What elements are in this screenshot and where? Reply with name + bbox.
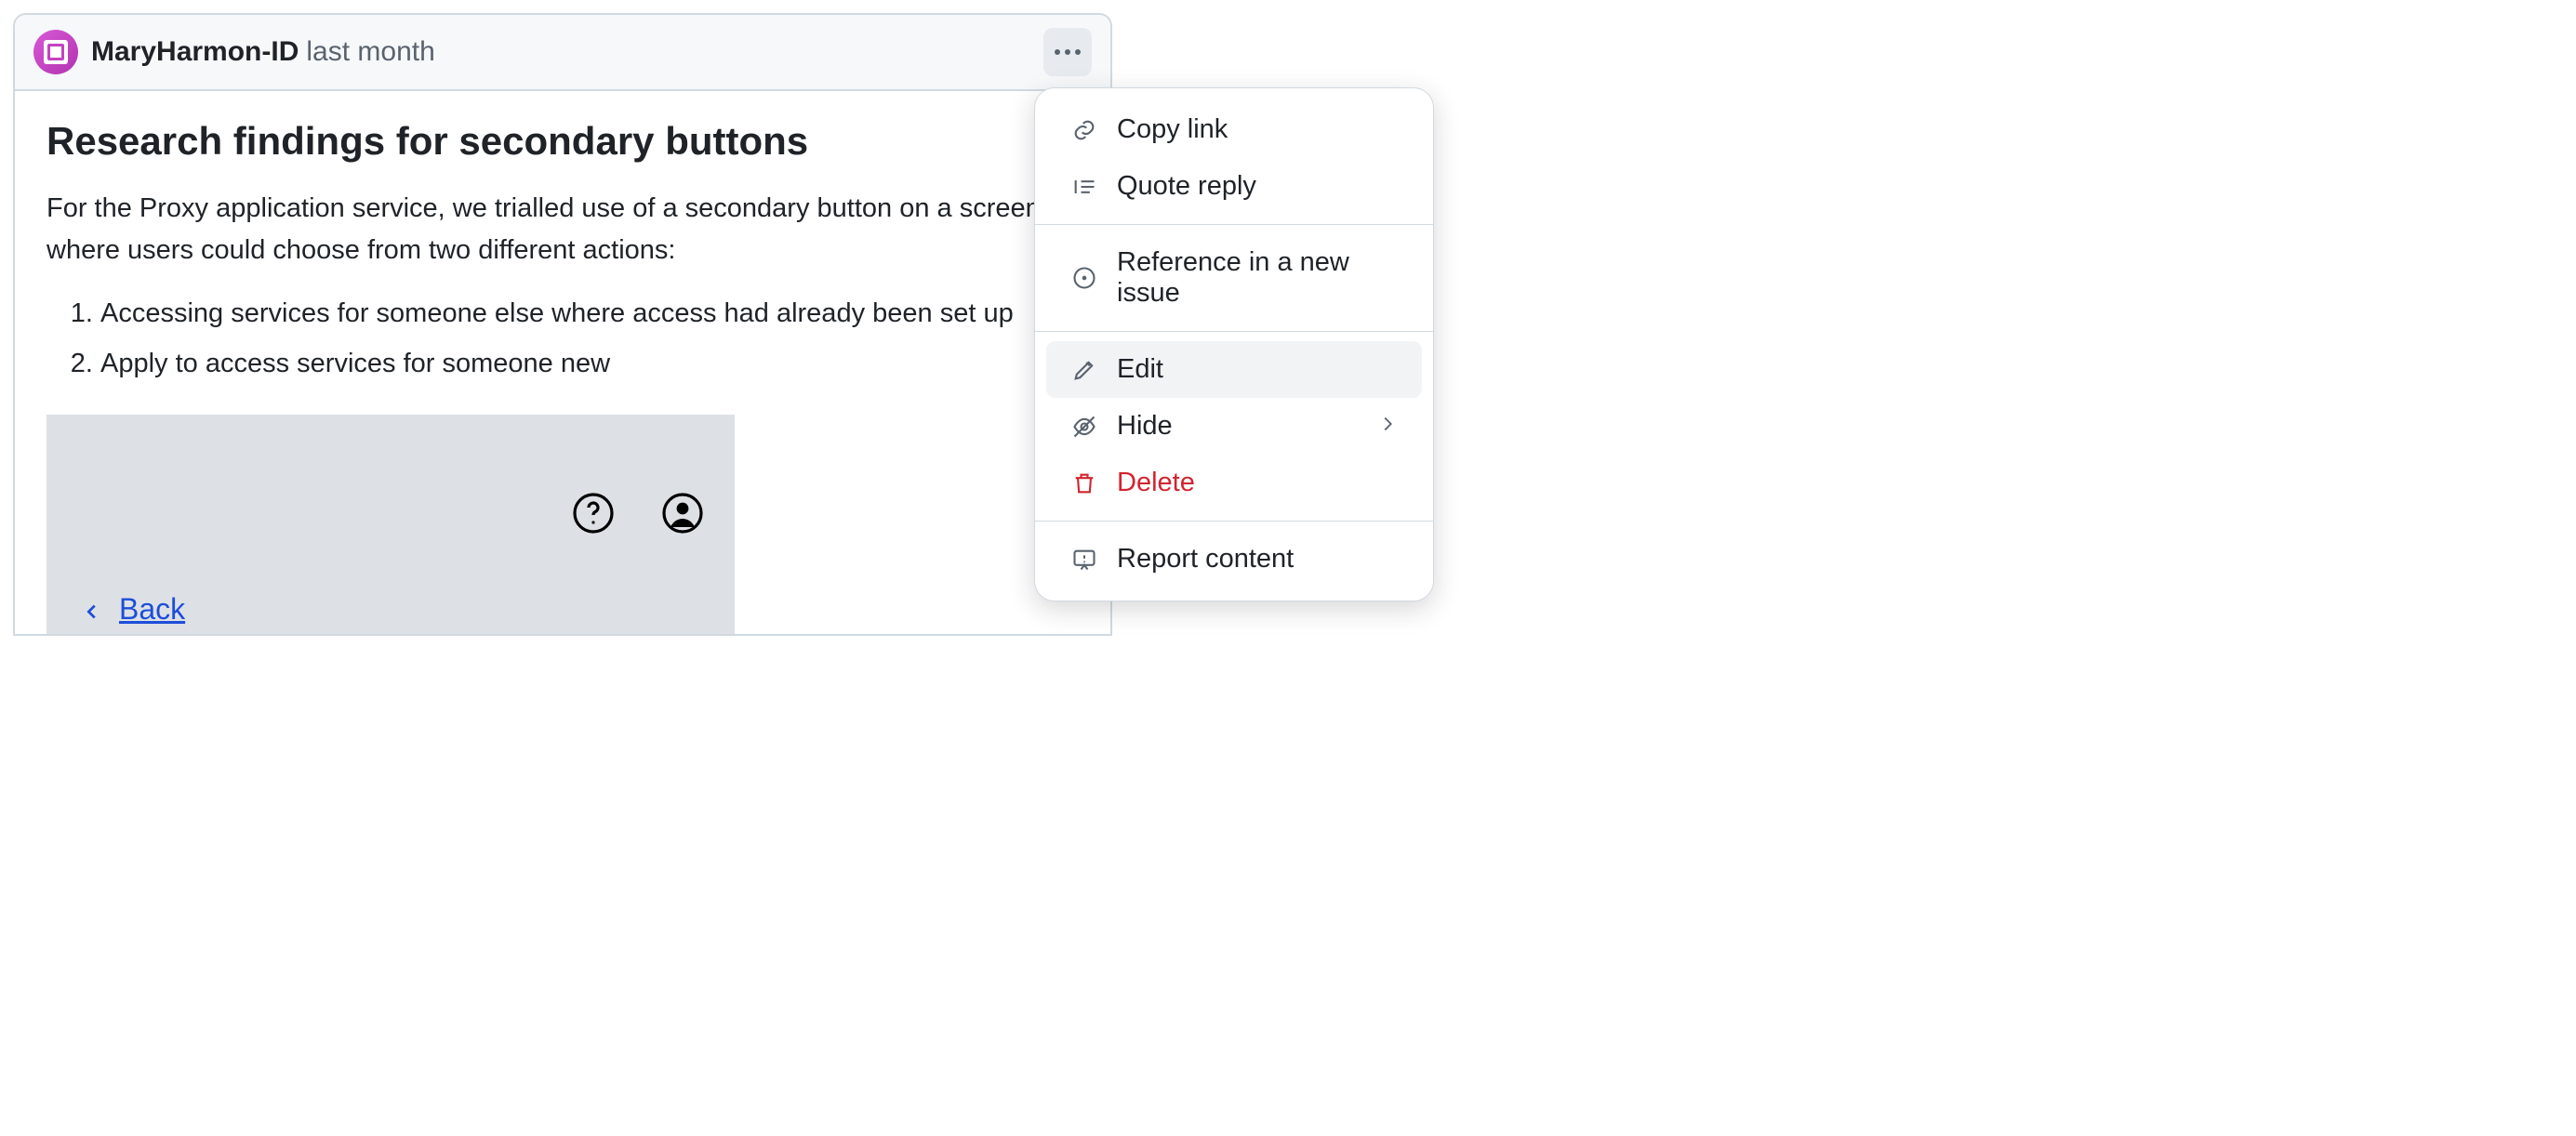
chevron-right-icon (1377, 411, 1398, 442)
comment-body: Research findings for secondary buttons … (15, 91, 1110, 634)
menu-item-edit[interactable]: Edit (1046, 341, 1422, 398)
menu-item-delete[interactable]: Delete (1046, 455, 1422, 511)
menu-item-label: Reference in a new issue (1117, 247, 1398, 309)
report-icon (1070, 546, 1098, 574)
menu-item-reference-issue[interactable]: Reference in a new issue (1046, 234, 1422, 322)
comment-actions-menu: Copy link Quote reply Reference in a new… (1034, 87, 1434, 601)
menu-item-label: Edit (1117, 354, 1163, 385)
menu-item-label: Quote reply (1117, 171, 1256, 202)
menu-item-label: Report content (1117, 544, 1294, 575)
menu-separator (1035, 331, 1433, 332)
menu-item-label: Delete (1117, 468, 1195, 498)
comment-list: Accessing services for someone else wher… (46, 292, 1079, 387)
comment-container: MaryHarmon-ID last month Research findin… (13, 13, 1112, 636)
menu-separator (1035, 521, 1433, 522)
chevron-left-icon (82, 599, 102, 619)
quote-icon (1070, 173, 1098, 201)
menu-item-label: Hide (1117, 411, 1173, 442)
eye-off-icon (1070, 413, 1098, 441)
comment-header: MaryHarmon-ID last month (15, 15, 1110, 91)
avatar[interactable] (33, 30, 78, 74)
menu-item-copy-link[interactable]: Copy link (1046, 101, 1422, 158)
list-item: Accessing services for someone else wher… (100, 292, 1079, 337)
comment-timestamp[interactable]: last month (306, 36, 434, 68)
menu-separator (1035, 224, 1433, 225)
back-link[interactable]: Back (82, 592, 185, 627)
comment-title: Research findings for secondary buttons (46, 119, 1079, 164)
menu-item-report[interactable]: Report content (1046, 531, 1422, 588)
menu-item-hide[interactable]: Hide (1046, 398, 1422, 455)
menu-item-label: Copy link (1117, 114, 1228, 145)
help-icon (571, 491, 616, 535)
issue-icon (1070, 264, 1098, 292)
list-item: Apply to access services for someone new (100, 342, 1079, 387)
kebab-icon (1055, 49, 1081, 55)
comment-author[interactable]: MaryHarmon-ID (91, 36, 299, 68)
link-icon (1070, 116, 1098, 144)
trash-icon (1070, 469, 1098, 497)
comment-actions-button[interactable] (1043, 28, 1092, 76)
comment-paragraph: For the Proxy application service, we tr… (46, 188, 1079, 271)
embedded-screenshot: Back (46, 415, 735, 634)
menu-item-quote-reply[interactable]: Quote reply (1046, 158, 1422, 215)
user-icon (660, 491, 705, 535)
back-label: Back (119, 592, 185, 627)
pencil-icon (1070, 356, 1098, 384)
